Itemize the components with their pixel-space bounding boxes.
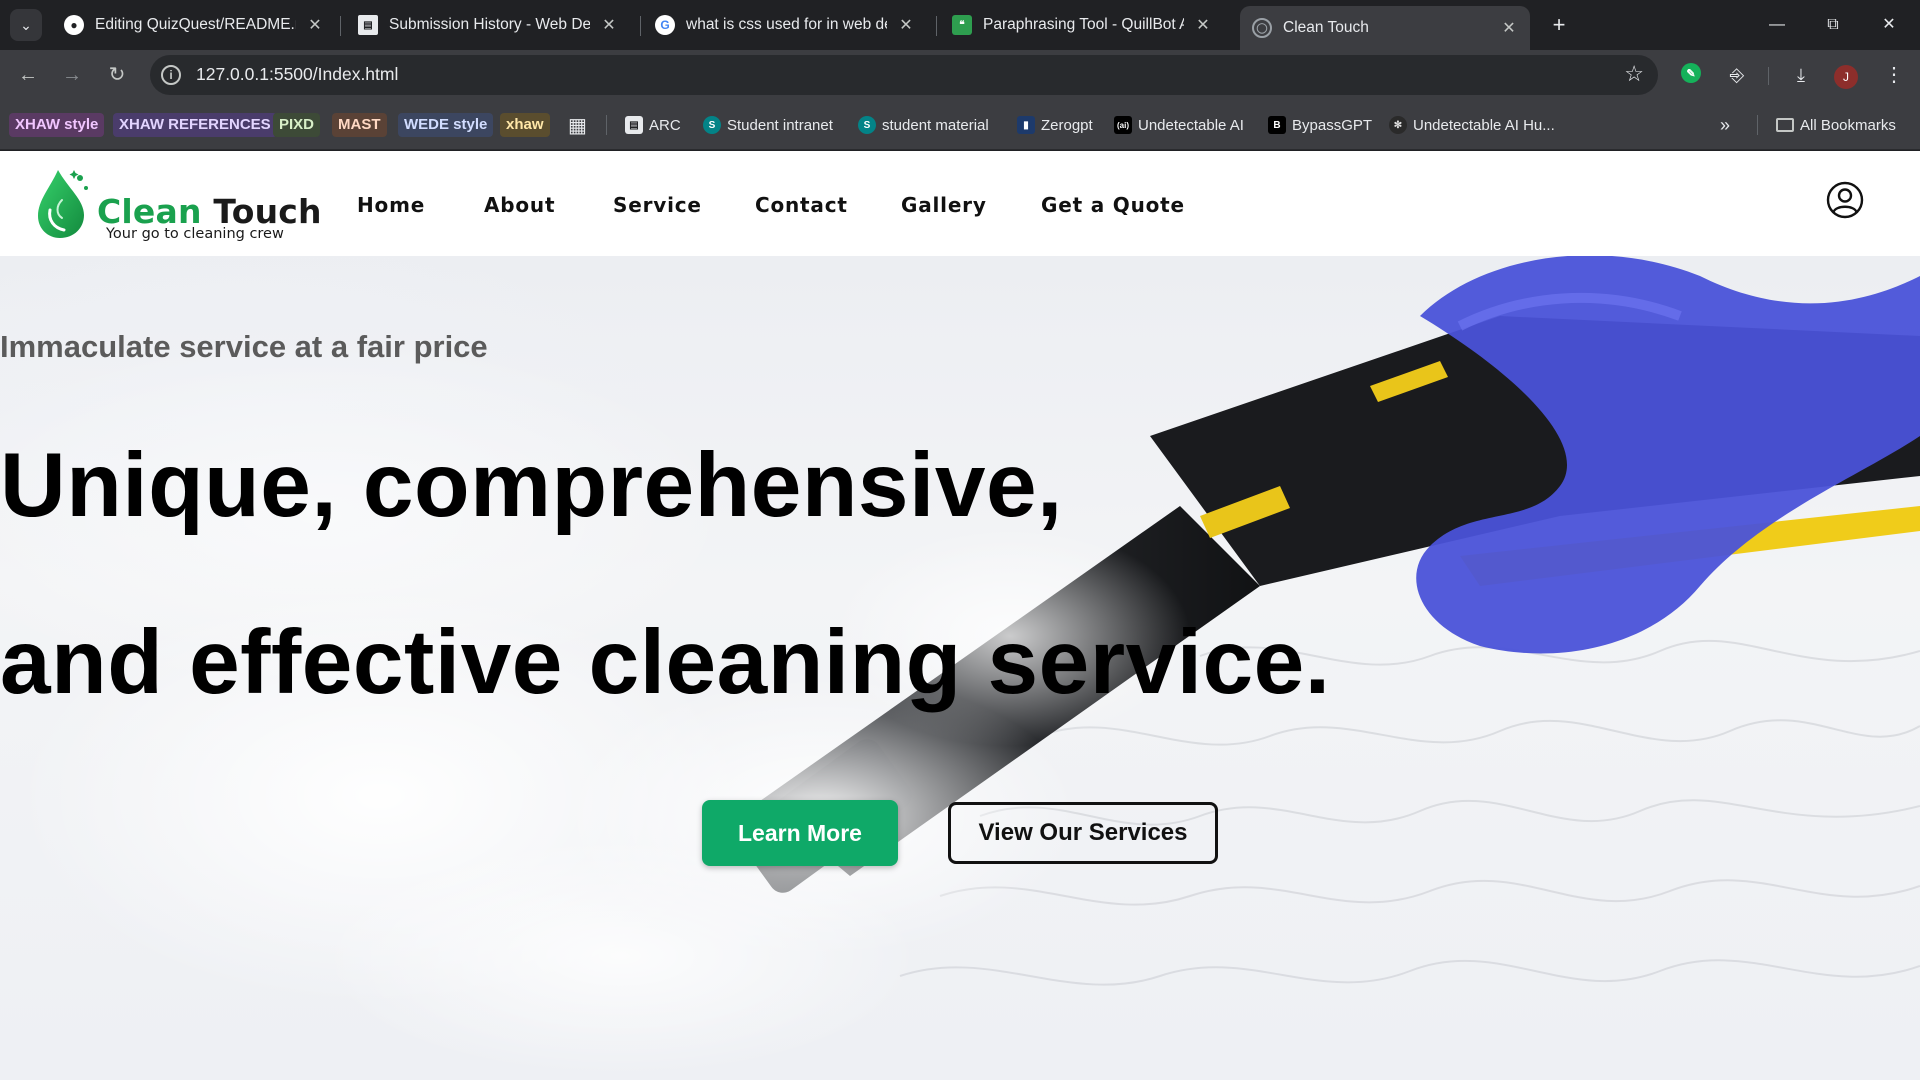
- google-icon: G: [655, 15, 675, 35]
- bookmark-label: ARC: [649, 116, 681, 134]
- tab-divider: [340, 16, 341, 36]
- restore-icon[interactable]: ⧉: [1818, 10, 1848, 40]
- hero-title-line1: Unique, comprehensive,: [0, 435, 1063, 536]
- bookmark-label: Student intranet: [727, 116, 833, 134]
- address-bar[interactable]: i 127.0.0.1:5500/Index.html ☆: [150, 55, 1658, 95]
- bookmark-folder-chip[interactable]: xhaw: [500, 113, 550, 137]
- minimize-icon[interactable]: —: [1762, 10, 1792, 40]
- quillbot-icon: ❝: [952, 15, 972, 35]
- browser-tab[interactable]: ● Editing QuizQuest/README.md ✕: [52, 7, 336, 43]
- bookmark-folder-chip[interactable]: PIXD: [273, 113, 321, 137]
- tab-title: Clean Touch: [1283, 19, 1369, 36]
- tab-title: Editing QuizQuest/README.md: [95, 16, 296, 33]
- hero-subtitle: Immaculate service at a fair price: [0, 329, 488, 364]
- download-icon[interactable]: ⤓: [1787, 61, 1815, 89]
- bookmarks-divider: [1757, 115, 1758, 135]
- film-icon: ▤: [358, 15, 378, 35]
- back-icon[interactable]: ←: [12, 59, 44, 91]
- sharepoint-icon: S: [703, 116, 721, 134]
- extension-grammar-icon[interactable]: ✎: [1677, 61, 1705, 89]
- learn-more-button[interactable]: Learn More: [702, 800, 898, 866]
- site-header: Clean Touch Your go to cleaning crew Hom…: [0, 151, 1920, 256]
- browser-tab[interactable]: ❝ Paraphrasing Tool - QuillBot AI ✕: [940, 7, 1224, 43]
- bookmark-label: BypassGPT: [1292, 116, 1373, 134]
- bookmark-star-icon[interactable]: ☆: [1624, 61, 1644, 87]
- bookmark-link[interactable]: B BypassGPT: [1268, 113, 1372, 137]
- address-url[interactable]: 127.0.0.1:5500/Index.html: [196, 64, 398, 85]
- bookmark-folder-chip[interactable]: XHAW style: [9, 113, 105, 137]
- nav-about[interactable]: About: [484, 193, 555, 217]
- bookmarks-bar: XHAW style XHAW REFERENCES PIXD MAST WED…: [0, 100, 1920, 150]
- close-icon[interactable]: ✕: [306, 15, 324, 35]
- bookmark-label: Undetectable AI Hu...: [1413, 116, 1555, 134]
- tab-search-button[interactable]: ⌄: [10, 9, 42, 41]
- water-drop-logo-icon[interactable]: [36, 166, 92, 240]
- bookmark-folder-chip[interactable]: WEDE style: [398, 113, 494, 137]
- profile-avatar[interactable]: J: [1834, 65, 1858, 89]
- nav-gallery[interactable]: Gallery: [901, 193, 987, 217]
- bookmark-folder-chip[interactable]: MAST: [332, 113, 387, 137]
- brand-tagline: Your go to cleaning crew: [106, 226, 284, 242]
- bookmark-link[interactable]: ✻ Undetectable AI Hu...: [1389, 113, 1555, 137]
- view-services-button[interactable]: View Our Services: [948, 802, 1218, 864]
- all-bookmarks-button[interactable]: All Bookmarks: [1776, 113, 1896, 137]
- nav-home[interactable]: Home: [357, 193, 425, 217]
- close-icon[interactable]: ✕: [897, 15, 915, 35]
- tab-title: Submission History - Web Deve: [389, 16, 590, 33]
- film-icon: ▤: [625, 116, 643, 134]
- tab-divider: [640, 16, 641, 36]
- bookmark-label: Undetectable AI: [1138, 116, 1244, 134]
- bookmark-label: All Bookmarks: [1800, 116, 1896, 134]
- tab-title: Paraphrasing Tool - QuillBot AI: [983, 16, 1184, 33]
- bypass-icon: B: [1268, 116, 1286, 134]
- bookmarks-overflow-icon[interactable]: »: [1720, 113, 1730, 137]
- browser-tab[interactable]: G what is css used for in web deve ✕: [643, 7, 927, 43]
- nav-contact[interactable]: Contact: [755, 193, 848, 217]
- close-window-icon[interactable]: ✕: [1874, 10, 1904, 40]
- new-tab-button[interactable]: +: [1546, 12, 1572, 38]
- github-icon: ●: [64, 15, 84, 35]
- globe-icon: ◯: [1252, 18, 1272, 38]
- bookmark-link[interactable]: ▮ Zerogpt: [1017, 113, 1093, 137]
- bookmark-link[interactable]: S Student intranet: [703, 113, 833, 137]
- sharepoint-icon: S: [858, 116, 876, 134]
- close-icon[interactable]: ✕: [1500, 18, 1518, 38]
- web-page: Clean Touch Your go to cleaning crew Hom…: [0, 151, 1920, 1080]
- nav-get-a-quote[interactable]: Get a Quote: [1041, 193, 1185, 217]
- zerogpt-icon: ▮: [1017, 116, 1035, 134]
- humanizer-icon: ✻: [1389, 116, 1407, 134]
- hero-section: Immaculate service at a fair price Uniqu…: [0, 256, 1920, 1080]
- menu-kebab-icon[interactable]: ⋮: [1880, 61, 1908, 89]
- bookmark-folder-chip[interactable]: XHAW REFERENCES: [113, 113, 277, 137]
- bookmark-link[interactable]: ▤ ARC: [625, 113, 681, 137]
- bookmark-label: Zerogpt: [1041, 116, 1093, 134]
- nav-service[interactable]: Service: [613, 193, 702, 217]
- folder-icon: [1776, 118, 1794, 132]
- reload-icon[interactable]: ↻: [101, 59, 133, 91]
- forward-icon[interactable]: →: [56, 59, 88, 91]
- close-icon[interactable]: ✕: [1194, 15, 1212, 35]
- close-icon[interactable]: ✕: [600, 15, 618, 35]
- svg-text:✎: ✎: [1686, 68, 1695, 80]
- extensions-puzzle-icon[interactable]: ⎆: [1723, 61, 1751, 89]
- hero-title-line2: and effective cleaning service.: [0, 612, 1331, 713]
- undetectable-icon: (ai): [1114, 116, 1132, 134]
- browser-tab-active[interactable]: ◯ Clean Touch ✕: [1240, 6, 1530, 50]
- browser-tab[interactable]: ▤ Submission History - Web Deve ✕: [346, 7, 630, 43]
- bookmark-link[interactable]: S student material: [858, 113, 989, 137]
- tab-divider: [936, 16, 937, 36]
- bookmark-label: student material: [882, 116, 989, 134]
- bookmark-link[interactable]: (ai) Undetectable AI: [1114, 113, 1244, 137]
- tab-title: what is css used for in web deve: [686, 16, 887, 33]
- site-info-icon[interactable]: i: [161, 65, 181, 85]
- chevron-down-icon: ⌄: [20, 16, 32, 33]
- bookmarks-divider: [606, 115, 607, 135]
- toolbar-divider: [1768, 67, 1769, 85]
- apps-grid-icon[interactable]: ▦: [568, 113, 587, 137]
- browser-tabstrip: ⌄ ● Editing QuizQuest/README.md ✕ ▤ Subm…: [0, 0, 1920, 50]
- browser-toolbar: ← → ↻ i 127.0.0.1:5500/Index.html ☆ ✎ ⎆ …: [0, 50, 1920, 100]
- user-account-icon[interactable]: [1826, 181, 1864, 219]
